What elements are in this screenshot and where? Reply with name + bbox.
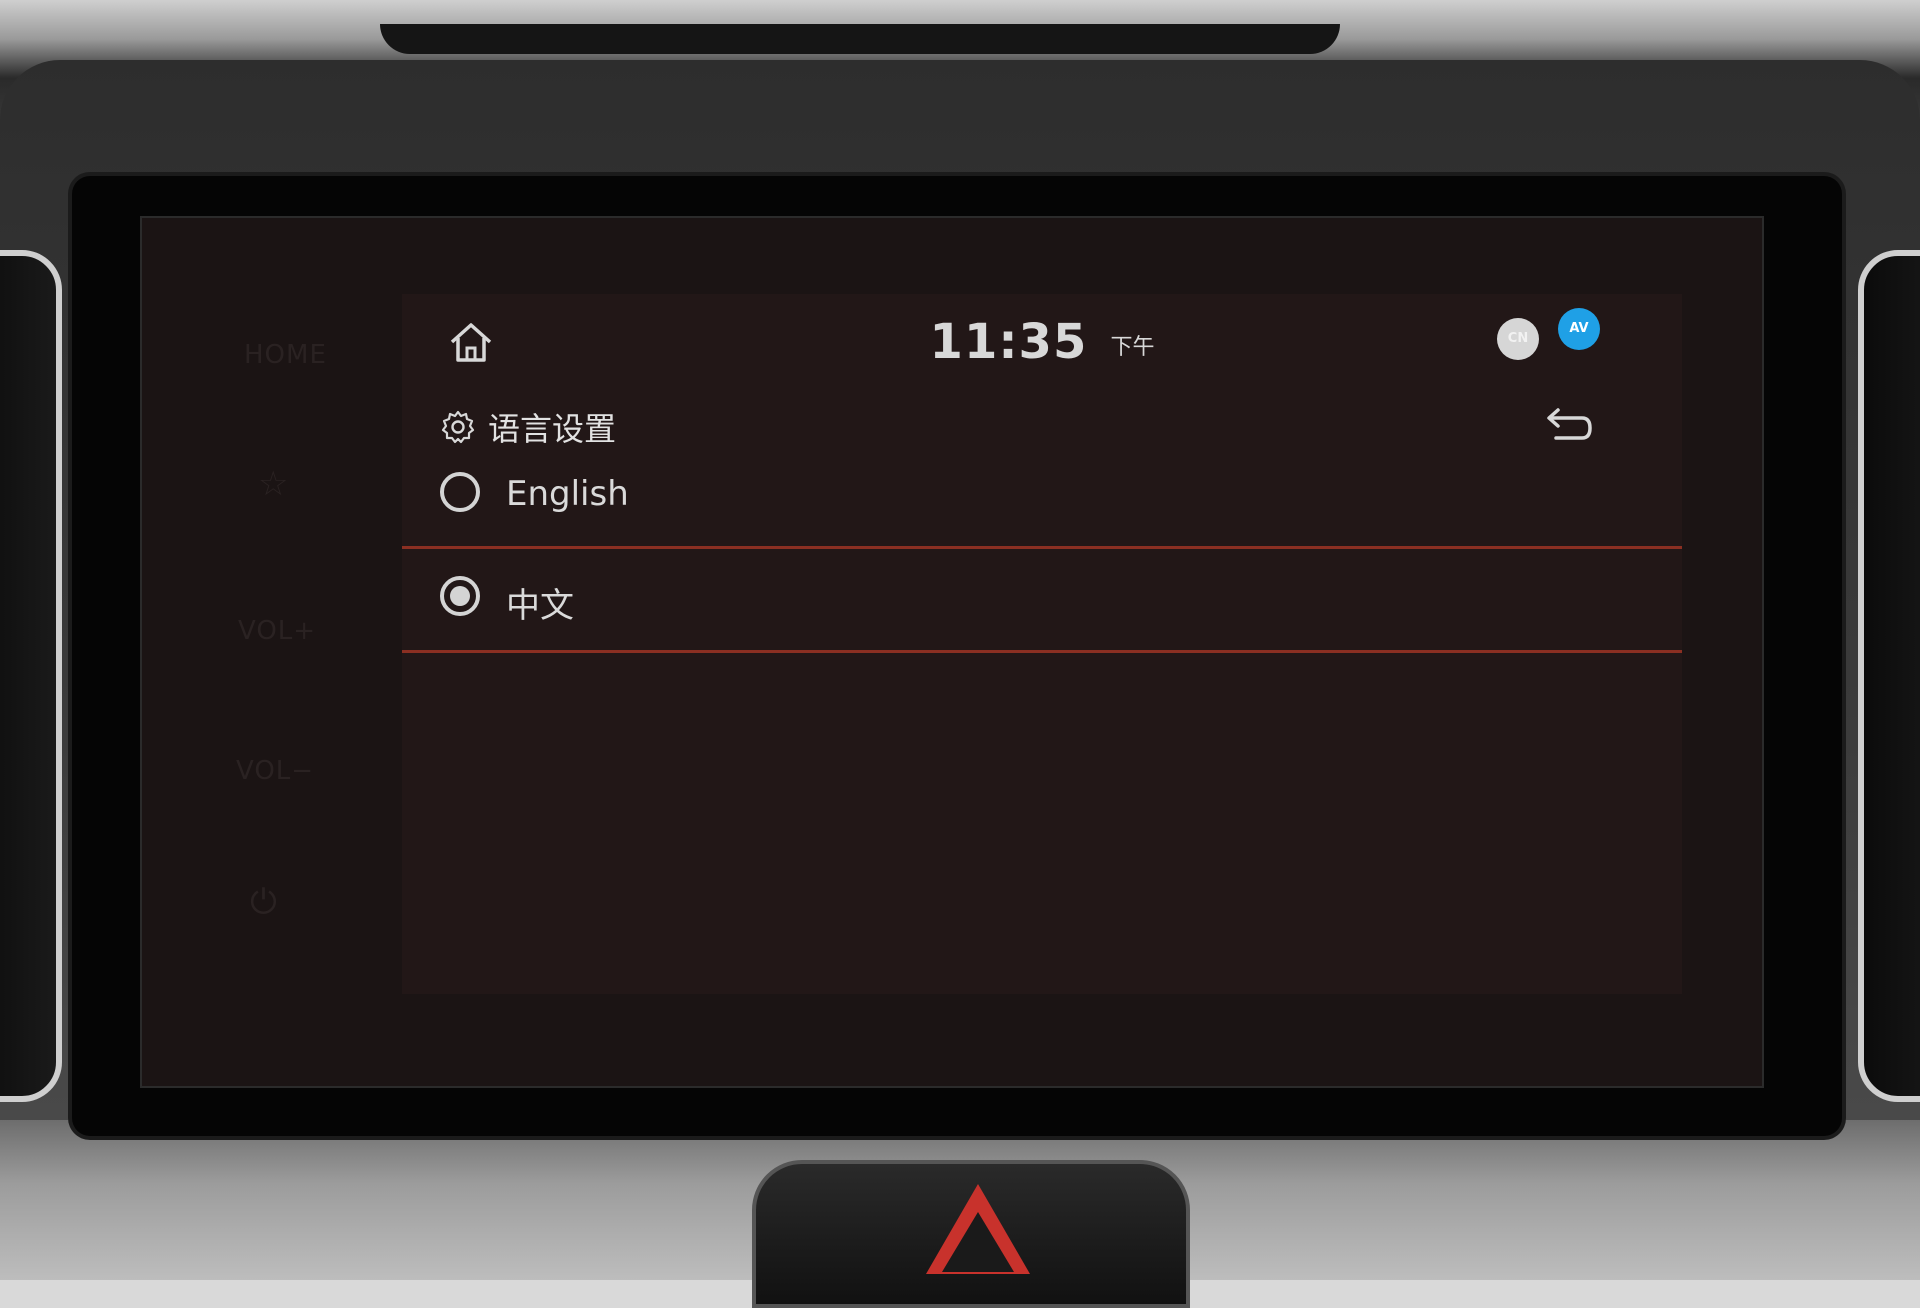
- option-label-english: English: [506, 474, 629, 514]
- vol-down-touch-key[interactable]: VOL−: [236, 756, 314, 786]
- screen-frame: HOME ☆ VOL+ VOL− ⏻ 11:35 下午 CN AV 语言设置 E…: [72, 176, 1842, 1136]
- hazard-triangle-inner: [942, 1212, 1014, 1272]
- option-label-chinese: 中文: [506, 586, 574, 626]
- language-settings-display: 11:35 下午 CN AV 语言设置 English 中文: [402, 294, 1682, 994]
- av-badge: AV: [1558, 308, 1600, 350]
- screen-glass: HOME ☆ VOL+ VOL− ⏻ 11:35 下午 CN AV 语言设置 E…: [140, 216, 1764, 1088]
- power-icon[interactable]: ⏻: [250, 882, 277, 922]
- vol-up-touch-key[interactable]: VOL+: [238, 616, 316, 646]
- home-touch-key[interactable]: HOME: [244, 340, 327, 370]
- status-clock: 11:35 下午: [402, 314, 1682, 370]
- air-vent-right: [1858, 250, 1920, 1102]
- clock-time: 11:35: [929, 314, 1088, 370]
- hazard-button[interactable]: [752, 1160, 1190, 1308]
- divider: [402, 650, 1682, 653]
- radio-chinese-selected[interactable]: [440, 576, 480, 616]
- air-vent-left: [0, 250, 62, 1102]
- radio-english[interactable]: [440, 472, 480, 512]
- language-option-english[interactable]: English: [402, 440, 1682, 540]
- cn-badge: CN: [1497, 318, 1539, 360]
- language-option-chinese[interactable]: 中文: [402, 544, 1682, 644]
- favorite-star-icon[interactable]: ☆: [258, 464, 288, 504]
- dashboard-top-lip: [380, 24, 1340, 54]
- clock-ampm: 下午: [1110, 335, 1155, 360]
